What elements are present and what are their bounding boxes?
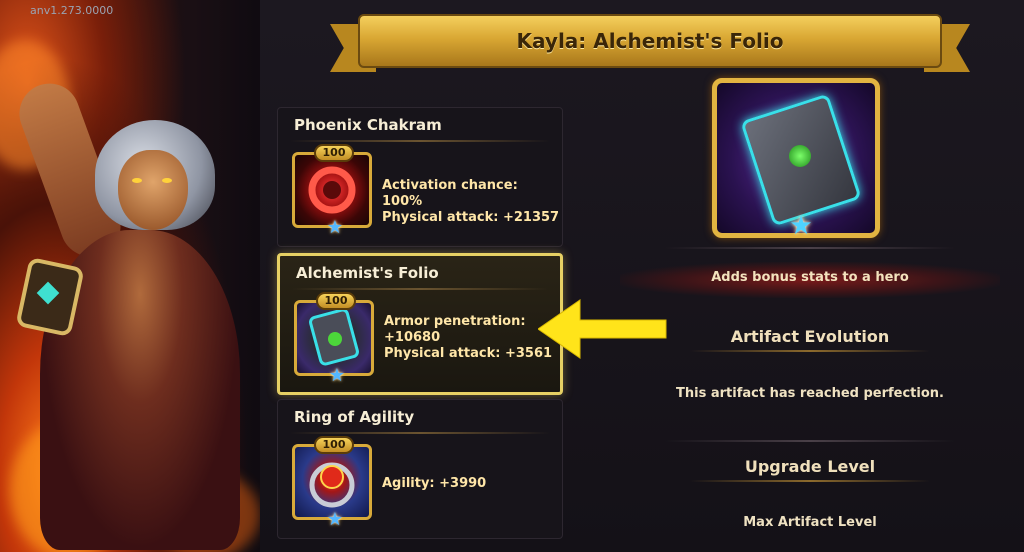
evolution-title: Artifact Evolution (730, 327, 890, 346)
artifact-card-phoenix-chakram[interactable]: Phoenix Chakram 100 ★ Activation chance:… (277, 107, 563, 247)
potion-icon (789, 145, 811, 167)
level-badge: 100 (314, 436, 354, 454)
artifact-stat: Agility: +3990 (382, 476, 487, 491)
evolution-text: This artifact has reached perfection. (676, 386, 944, 401)
upgrade-text: Max Artifact Level (743, 515, 877, 530)
upgrade-title: Upgrade Level (744, 457, 876, 476)
artifact-name: Ring of Agility (294, 408, 415, 426)
star-badge-icon: ★ (326, 217, 344, 238)
artifact-name: Phoenix Chakram (294, 116, 442, 134)
hero-portrait (0, 0, 275, 552)
artifact-name: Alchemist's Folio (296, 264, 439, 282)
page-title: Kayla: Alchemist's Folio (516, 29, 784, 53)
artifact-preview: ★ (712, 78, 880, 241)
artifact-card-alchemists-folio[interactable]: Alchemist's Folio 100 ★ Armor penetratio… (277, 253, 563, 395)
title-banner: Kayla: Alchemist's Folio (330, 10, 970, 74)
artifact-stat: Armor penetration: (384, 314, 526, 329)
artifact-stat: Activation chance: 100% (382, 178, 518, 209)
level-badge: 100 (314, 144, 354, 162)
artifact-card-ring-of-agility[interactable]: Ring of Agility 100 ★ Agility: +3990 (277, 399, 563, 539)
artifact-stat: Physical attack: +3561 (384, 346, 553, 361)
star-badge-icon: ★ (789, 211, 813, 241)
artifact-stat: +10680 (384, 330, 441, 345)
version-label: anv1.273.0000 (30, 4, 114, 17)
artifact-description: Adds bonus stats to a hero (711, 270, 909, 285)
star-badge-icon: ★ (328, 365, 346, 386)
pointer-arrow-icon (538, 299, 667, 359)
artifact-stat: Physical attack: +21357 (382, 210, 560, 225)
level-badge: 100 (316, 292, 356, 310)
star-badge-icon: ★ (326, 509, 344, 530)
